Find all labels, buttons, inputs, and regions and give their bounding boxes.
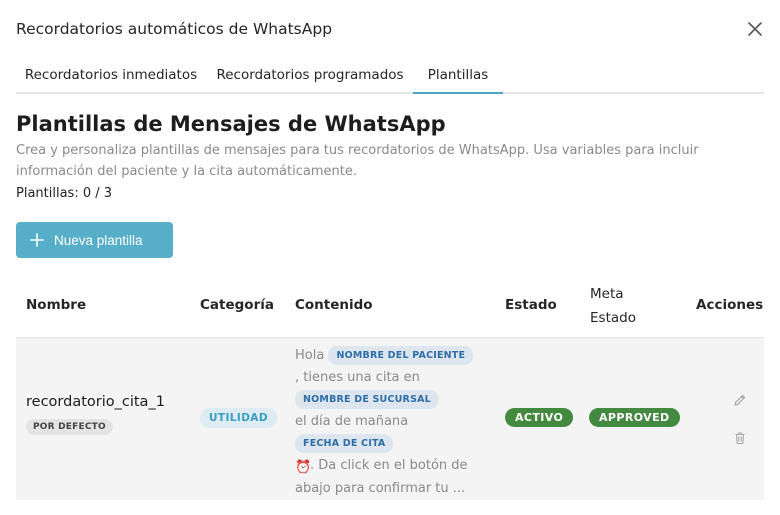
content-text-2: , tienes una cita en [295, 370, 420, 385]
template-content: Hola NOMBRE DEL PACIENTE , tienes una ci… [295, 344, 475, 499]
table-header: Nombre Categoría Contenido Estado Meta E… [16, 276, 764, 338]
new-template-button[interactable]: Nueva plantilla [16, 222, 173, 258]
content-text-5: abajo para confirmar tu ... [295, 481, 466, 496]
close-icon [748, 22, 762, 36]
close-button[interactable] [744, 18, 766, 40]
modal-dialog: Recordatorios automáticos de WhatsApp Re… [0, 0, 780, 515]
header-name: Nombre [26, 297, 87, 313]
tab-recordatorios-programados[interactable]: Recordatorios programados [208, 58, 412, 94]
header-actions: Acciones [696, 297, 764, 313]
section-description: Crea y personaliza plantillas de mensaje… [16, 143, 699, 179]
edit-button[interactable] [732, 392, 748, 408]
tab-plantillas[interactable]: Plantillas [413, 58, 503, 94]
header-meta-line2: Estado [590, 310, 636, 326]
header-category: Categoría [200, 297, 274, 313]
header-status: Estado [505, 297, 557, 313]
status-badge: ACTIVO [505, 408, 574, 427]
content-text-3: el día de mañana [295, 414, 409, 429]
alarm-clock-icon: ⏰ [295, 460, 312, 475]
variable-chip-branch-name: NOMBRE DE SUCURSAL [295, 390, 439, 409]
meta-status-badge: APPROVED [589, 408, 680, 427]
modal-title: Recordatorios automáticos de WhatsApp [16, 20, 333, 38]
templates-table: Nombre Categoría Contenido Estado Meta E… [16, 276, 764, 500]
tab-bar: Recordatorios inmediatos Recordatorios p… [16, 58, 764, 94]
pencil-icon [734, 394, 746, 406]
trash-icon [735, 432, 745, 445]
modal-header: Recordatorios automáticos de WhatsApp [16, 18, 766, 40]
templates-count: Plantillas: 0 / 3 [16, 186, 113, 201]
variable-chip-patient-name: NOMBRE DEL PACIENTE [328, 346, 474, 365]
table-row: recordatorio_cita_1 POR DEFECTO UTILIDAD… [16, 338, 764, 500]
tab-recordatorios-inmediatos[interactable]: Recordatorios inmediatos [16, 58, 206, 94]
plus-icon [30, 233, 44, 247]
category-badge: UTILIDAD [200, 408, 277, 428]
template-name: recordatorio_cita_1 [26, 394, 165, 410]
header-content: Contenido [295, 297, 373, 313]
section-title: Plantillas de Mensajes de WhatsApp [16, 112, 446, 136]
delete-button[interactable] [732, 430, 748, 446]
header-meta-line1: Meta [590, 286, 624, 302]
new-template-label: Nueva plantilla [54, 232, 143, 248]
header-meta-status: Meta Estado [590, 282, 636, 330]
template-name-cell: recordatorio_cita_1 POR DEFECTO [26, 394, 165, 435]
content-text-4: . Da click en el botón de [310, 458, 468, 473]
variable-chip-appointment-date: FECHA DE CITA [295, 434, 394, 453]
content-text-1: Hola [295, 348, 325, 363]
default-badge: POR DEFECTO [26, 419, 113, 435]
